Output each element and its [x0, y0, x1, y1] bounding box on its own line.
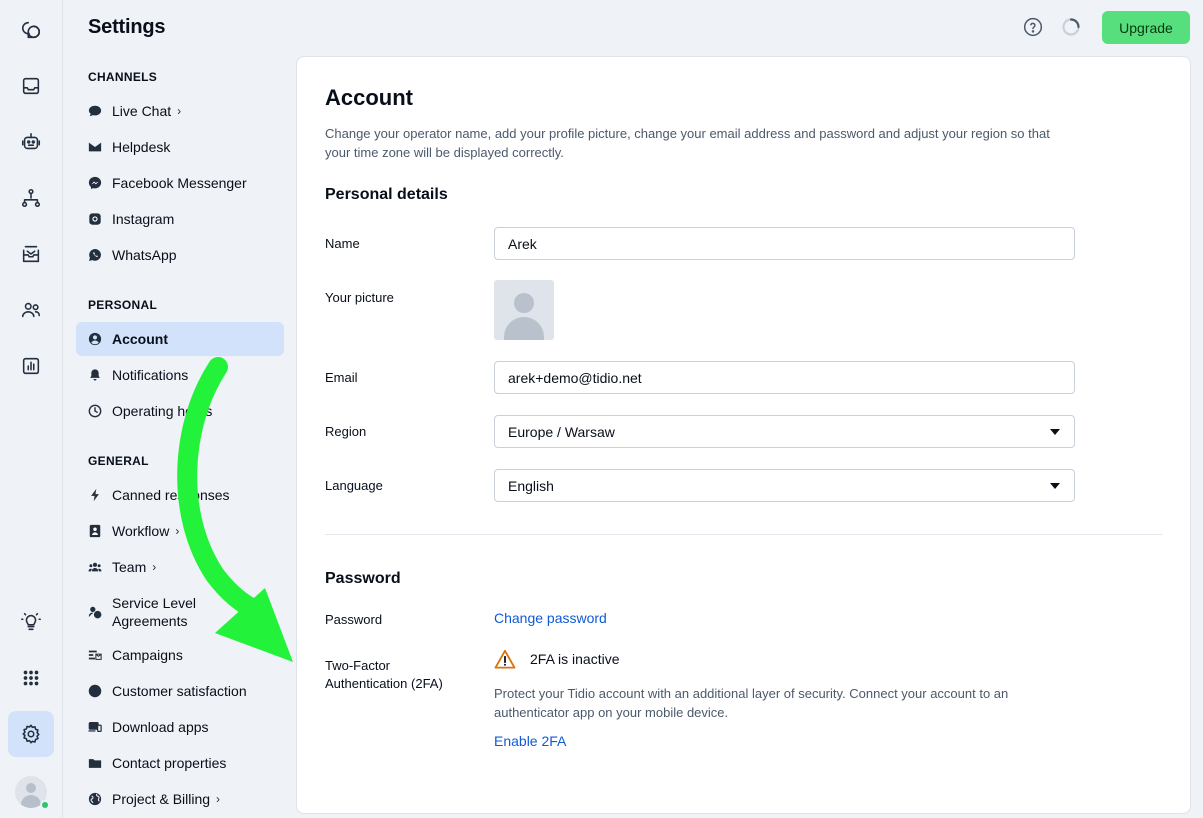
nav-item-live-chat[interactable]: Live Chat › — [76, 94, 284, 128]
campaigns-icon — [88, 648, 102, 662]
profile-picture-placeholder[interactable] — [494, 280, 554, 340]
messenger-icon — [88, 176, 102, 190]
flows-icon[interactable] — [8, 175, 54, 221]
picture-label: Your picture — [325, 290, 394, 305]
settings-gear-icon[interactable] — [8, 711, 54, 757]
personal-details-heading: Personal details — [325, 186, 448, 203]
globe-icon — [88, 792, 102, 806]
password-label: Password — [325, 612, 383, 627]
mail-icon[interactable] — [8, 231, 54, 277]
password-heading: Password — [325, 570, 401, 587]
account-description: Change your operator name, add your prof… — [325, 126, 1050, 160]
team-icon — [88, 560, 102, 574]
analytics-icon[interactable] — [8, 343, 54, 389]
nav-item-instagram[interactable]: Instagram — [76, 202, 284, 236]
lightning-icon — [88, 488, 102, 502]
chevron-right-icon: › — [152, 560, 157, 574]
language-label: Language — [325, 478, 383, 493]
nav-item-contact-properties[interactable]: Contact properties — [76, 746, 284, 780]
workflow-icon — [88, 524, 102, 538]
clock-icon — [88, 404, 102, 418]
nav-item-facebook-messenger[interactable]: Facebook Messenger — [76, 166, 284, 200]
instagram-icon — [88, 212, 102, 226]
devices-icon — [88, 720, 102, 734]
twofa-description: Protect your Tidio account with an addit… — [494, 686, 1009, 720]
help-icon[interactable] — [1023, 17, 1043, 37]
region-label: Region — [325, 424, 367, 439]
user-circle-icon — [88, 332, 102, 346]
inbox-icon[interactable] — [8, 63, 54, 109]
section-divider — [325, 534, 1162, 535]
chevron-right-icon: › — [216, 792, 221, 806]
nav-item-whatsapp[interactable]: WhatsApp — [76, 238, 284, 272]
warning-triangle-icon — [494, 649, 516, 669]
account-title: Account — [325, 85, 413, 110]
name-input[interactable]: Arek — [494, 227, 1075, 260]
language-select[interactable]: English — [494, 469, 1075, 502]
envelope-icon — [88, 140, 102, 154]
region-select[interactable]: Europe / Warsaw — [494, 415, 1075, 448]
nav-item-workflow[interactable]: Workflow › — [76, 514, 284, 548]
upgrade-button[interactable]: Upgrade — [1102, 11, 1190, 44]
chevron-right-icon: › — [177, 104, 182, 118]
smiley-icon — [88, 684, 102, 698]
nav-item-team[interactable]: Team › — [76, 550, 284, 584]
caret-down-icon — [1050, 429, 1060, 435]
apps-grid-icon[interactable] — [8, 655, 54, 701]
nav-item-operating-hours[interactable]: Operating hours — [76, 394, 284, 428]
channels-heading: CHANNELS — [88, 70, 158, 84]
bot-icon[interactable] — [8, 119, 54, 165]
lightbulb-icon[interactable] — [8, 599, 54, 645]
nav-item-download-apps[interactable]: Download apps — [76, 710, 284, 744]
personal-heading: PERSONAL — [88, 298, 158, 312]
twofa-label: Two-Factor Authentication (2FA) — [325, 658, 443, 691]
bell-icon — [88, 368, 102, 382]
sla-icon — [88, 605, 102, 619]
online-status-dot — [40, 800, 50, 810]
nav-item-notifications[interactable]: Notifications — [76, 358, 284, 392]
speech-bubble-icon — [88, 104, 102, 118]
caret-down-icon — [1050, 483, 1060, 489]
general-heading: GENERAL — [88, 454, 149, 468]
chats-icon[interactable] — [8, 7, 54, 53]
page-title: Settings — [88, 16, 166, 38]
enable-2fa-link[interactable]: Enable 2FA — [494, 733, 566, 749]
contacts-icon[interactable] — [8, 287, 54, 333]
account-card: Account Change your operator name, add y… — [296, 56, 1191, 814]
twofa-status: 2FA is inactive — [494, 649, 620, 669]
nav-item-project-billing[interactable]: Project & Billing › — [76, 782, 284, 816]
email-input[interactable]: arek+demo@tidio.net — [494, 361, 1075, 394]
progress-ring-icon[interactable] — [1061, 17, 1081, 37]
nav-item-campaigns[interactable]: Campaigns — [76, 638, 284, 672]
nav-item-helpdesk[interactable]: Helpdesk — [76, 130, 284, 164]
name-label: Name — [325, 236, 360, 251]
whatsapp-icon — [88, 248, 102, 262]
icon-rail — [0, 0, 63, 818]
change-password-link[interactable]: Change password — [494, 610, 607, 626]
nav-item-service-level-agreements[interactable]: Service Level Agreements — [76, 592, 284, 632]
folder-icon — [88, 756, 102, 770]
nav-item-canned-responses[interactable]: Canned responses — [76, 478, 284, 512]
email-label: Email — [325, 370, 358, 385]
nav-item-customer-satisfaction[interactable]: Customer satisfaction — [76, 674, 284, 708]
nav-item-account[interactable]: Account — [76, 322, 284, 356]
chevron-right-icon: › — [175, 524, 180, 538]
